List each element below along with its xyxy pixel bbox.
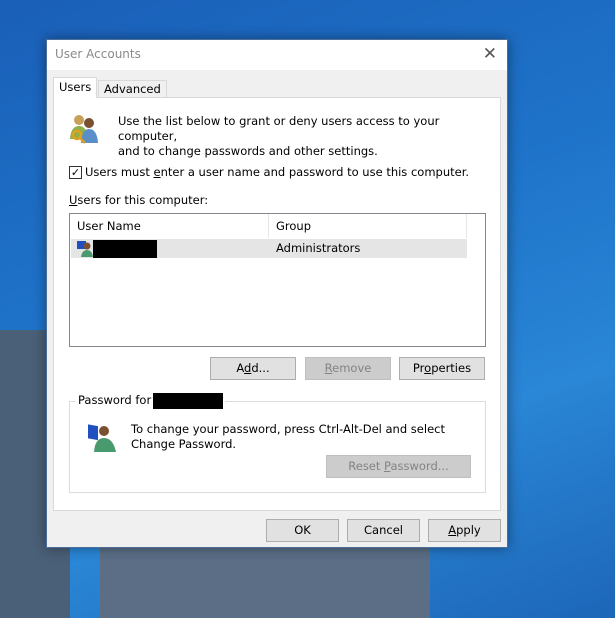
intro-line-2: and to change passwords and other settin… bbox=[118, 144, 378, 158]
redacted-user-name bbox=[153, 393, 224, 409]
title-bar: User Accounts ✕ bbox=[47, 40, 507, 70]
users-key-icon bbox=[70, 115, 98, 144]
tab-advanced[interactable]: Advanced bbox=[98, 80, 167, 98]
properties-button[interactable]: Properties bbox=[399, 357, 485, 380]
user-accounts-dialog: User Accounts ✕ Use the list below to gr… bbox=[46, 39, 508, 548]
user-computer-icon bbox=[88, 424, 116, 452]
reset-password-button[interactable]: Reset Password... bbox=[326, 455, 471, 478]
tab-users[interactable]: Users bbox=[53, 77, 98, 98]
intro-line-1: Use the list below to grant or deny user… bbox=[118, 114, 440, 143]
row-group: Administrators bbox=[276, 241, 361, 255]
password-group: Password for To change your password, pr… bbox=[69, 393, 486, 493]
password-message: To change your password, press Ctrl-Alt-… bbox=[131, 422, 445, 451]
users-list[interactable]: User Name Group Administrators bbox=[69, 213, 486, 347]
add-button[interactable]: Add... bbox=[210, 357, 296, 380]
cancel-button[interactable]: Cancel bbox=[347, 519, 420, 542]
close-icon[interactable]: ✕ bbox=[483, 44, 497, 64]
require-password-checkbox[interactable]: ✓ bbox=[69, 166, 82, 179]
apply-button[interactable]: Apply bbox=[428, 519, 501, 542]
ok-button[interactable]: OK bbox=[266, 519, 339, 542]
users-tab-panel: Use the list below to grant or deny user… bbox=[53, 97, 501, 511]
column-header-user-name[interactable]: User Name bbox=[70, 214, 269, 238]
table-row[interactable]: Administrators bbox=[71, 239, 467, 258]
dialog-title: User Accounts bbox=[55, 47, 141, 61]
password-group-label: Password for bbox=[76, 393, 226, 409]
redacted-user-name bbox=[93, 240, 157, 258]
user-icon bbox=[77, 241, 93, 257]
column-header-group[interactable]: Group bbox=[269, 214, 467, 238]
users-list-label: Users for this computer: bbox=[69, 193, 209, 207]
remove-button[interactable]: Remove bbox=[305, 357, 391, 380]
background-building-balcony bbox=[100, 540, 430, 618]
require-password-label[interactable]: Users must enter a user name and passwor… bbox=[85, 165, 469, 179]
